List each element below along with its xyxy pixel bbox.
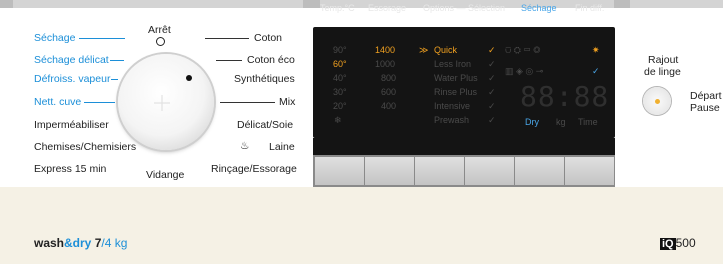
- fin-diff-button-label: Fin diff.: [575, 3, 605, 13]
- program-sechage-delicat[interactable]: Séchage délicat: [34, 54, 109, 66]
- program-express[interactable]: Express 15 min: [34, 163, 106, 175]
- plus-icon: [154, 95, 170, 111]
- essorage-button-label: Essorage: [368, 3, 407, 13]
- temp-30: 30°: [333, 87, 347, 97]
- check-icon: ✓: [488, 115, 496, 125]
- temp-20: 20°: [333, 101, 347, 111]
- brand-wash: wash: [34, 236, 65, 250]
- time-digits: 88:88: [520, 80, 610, 113]
- indicator-line: [79, 38, 125, 39]
- temp-button-label: Temp.°C: [320, 3, 355, 13]
- wool-icon: ♨: [240, 140, 250, 152]
- start-indicator-light: [655, 99, 660, 104]
- option-prewash: Prewash: [434, 115, 470, 125]
- option-rinse-plus: Rinse Plus: [434, 87, 478, 97]
- brand-dry: &dry: [64, 236, 92, 250]
- tub-icon: ⩂ ⛭ ▭ ◎: [505, 45, 541, 55]
- option-water-plus: Water Plus: [434, 73, 478, 83]
- dial-position-dot: [186, 75, 192, 81]
- check-icon: ✓: [488, 73, 496, 83]
- option-intensive: Intensive: [434, 101, 471, 111]
- speed-800: 800: [381, 73, 397, 83]
- lower-front-panel: [0, 187, 723, 264]
- check-icon: ✓: [488, 101, 496, 111]
- check-icon: ✓: [488, 87, 496, 97]
- top-strip: [0, 0, 723, 8]
- option-less-iron: Less Iron: [434, 59, 472, 69]
- dry-label: Dry: [525, 117, 539, 127]
- top-strip-segment: [0, 0, 13, 8]
- program-synthetiques[interactable]: Synthétiques: [234, 73, 295, 85]
- model-number: 500: [675, 236, 696, 250]
- essorage-button[interactable]: [365, 157, 414, 185]
- speed-1000: 1000: [375, 59, 396, 69]
- temp-40: 40°: [333, 73, 347, 83]
- model-badge: iQ 500: [660, 236, 696, 250]
- depart-label-2: Pause: [690, 102, 720, 114]
- kg-label: kg: [556, 117, 566, 127]
- sun-icon: ✷: [592, 45, 600, 55]
- options-button[interactable]: [415, 157, 464, 185]
- rajout-label-2: de linge: [644, 66, 681, 78]
- program-impermeabiliser[interactable]: Imperméabiliser: [34, 119, 109, 131]
- indicator-line: [110, 60, 124, 61]
- sechage-button-label: Séchage: [521, 3, 557, 13]
- program-arret[interactable]: Arrêt: [148, 24, 171, 36]
- check-blue-icon: ✓: [592, 66, 600, 76]
- top-strip-segment: [614, 0, 630, 8]
- snowflake-icon: ❄: [334, 115, 342, 125]
- program-sechage[interactable]: Séchage: [34, 32, 75, 44]
- selection-button[interactable]: [465, 157, 514, 185]
- program-mix[interactable]: Mix: [279, 96, 295, 108]
- program-coton[interactable]: Coton: [254, 32, 282, 44]
- brand-kg: /4 kg: [101, 236, 128, 250]
- temp-90: 90°: [333, 45, 347, 55]
- program-vidange[interactable]: Vidange: [146, 169, 184, 181]
- indicator-line: [111, 79, 118, 80]
- quick-icon: ≫: [419, 45, 429, 55]
- top-strip-segment: [303, 0, 320, 8]
- check-icon: ✓: [488, 45, 496, 55]
- brand-capacity: 7: [91, 236, 102, 250]
- speed-600: 600: [381, 87, 397, 97]
- option-quick: Quick: [434, 45, 458, 55]
- program-delicat-soie[interactable]: Délicat/Soie: [237, 119, 293, 131]
- temp-button[interactable]: [315, 157, 364, 185]
- depart-label-1: Départ: [690, 90, 722, 102]
- program-rincage-essorage[interactable]: Rinçage/Essorage: [211, 163, 297, 175]
- time-label: Time: [578, 117, 598, 127]
- program-defroiss-vapeur[interactable]: Défroiss. vapeur: [34, 73, 110, 85]
- indicator-line: [216, 60, 242, 61]
- check-icon: ✓: [488, 59, 496, 69]
- options-button-label: Options — Sélection: [423, 3, 506, 13]
- rajout-label-1: Rajout: [648, 54, 679, 66]
- indicator-line: [220, 102, 275, 103]
- speed-400: 400: [381, 101, 397, 111]
- arret-indicator: [156, 37, 165, 46]
- model-prefix: iQ: [660, 238, 676, 250]
- indicator-line: [205, 38, 249, 39]
- fin-diff-button[interactable]: [565, 157, 614, 185]
- key-row: [313, 155, 615, 187]
- temp-60: 60°: [333, 59, 347, 69]
- program-nett-cuve[interactable]: Nett. cuve: [34, 96, 81, 108]
- speed-1400: 1400: [375, 45, 396, 55]
- button-label-strip: [313, 138, 615, 155]
- indicator-line: [84, 102, 115, 103]
- program-laine[interactable]: Laine: [269, 141, 295, 153]
- program-chemises[interactable]: Chemises/Chemisiers: [34, 141, 136, 153]
- program-coton-eco[interactable]: Coton éco: [247, 54, 295, 66]
- brand-logo: wash&dry 7/4 kg: [34, 236, 127, 250]
- drum-icon: ▥ ◈ ◎ ⊸: [505, 66, 544, 76]
- sechage-button[interactable]: [515, 157, 564, 185]
